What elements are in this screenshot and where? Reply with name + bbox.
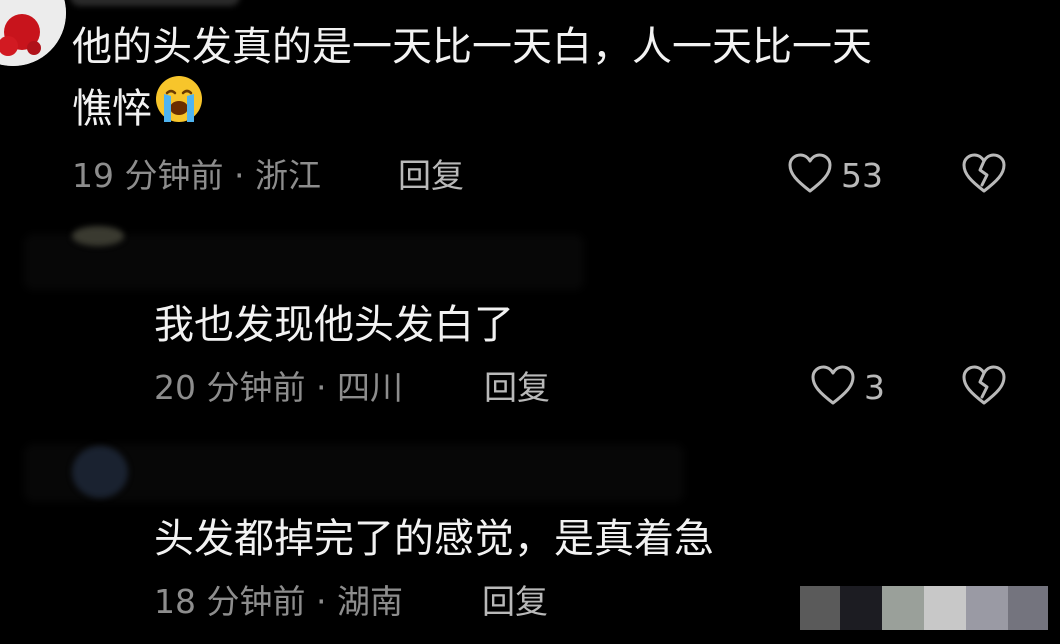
comment-meta: 20 分钟前 · 四川 [154, 368, 403, 407]
heart-outline-icon [787, 152, 833, 198]
broken-heart-icon [961, 153, 1007, 198]
dislike-button[interactable] [961, 364, 1007, 410]
avatar[interactable] [72, 446, 128, 498]
avatar[interactable] [72, 226, 124, 246]
broken-heart-icon [961, 365, 1007, 410]
like-button[interactable]: 53 [787, 152, 883, 198]
comment-text: 头发都掉完了的感觉，是真着急 [154, 516, 714, 562]
username-redacted [70, 0, 240, 6]
comment-text: 我也发现他头发白了 [154, 302, 514, 348]
mosaic-watermark [800, 586, 1048, 630]
like-button[interactable]: 3 [810, 364, 885, 410]
avatar[interactable] [0, 0, 66, 66]
comment-meta: 18 分钟前 · 湖南 [154, 582, 403, 621]
comment-meta: 19 分钟前 · 浙江 [72, 156, 321, 195]
like-count: 53 [841, 155, 883, 195]
reply-button[interactable]: 回复 [482, 582, 548, 622]
comment-text: 他的头发真的是一天比一天白，人一天比一天 [72, 24, 872, 70]
like-count: 3 [864, 367, 885, 407]
comment-text-line2: 憔悴 [72, 76, 204, 140]
heart-outline-icon [810, 364, 856, 410]
loudly-crying-face-icon [154, 74, 204, 140]
dislike-button[interactable] [961, 152, 1007, 198]
reply-button[interactable]: 回复 [398, 156, 464, 196]
comment-text-continued: 憔悴 [72, 86, 152, 132]
reply-button[interactable]: 回复 [484, 368, 550, 408]
